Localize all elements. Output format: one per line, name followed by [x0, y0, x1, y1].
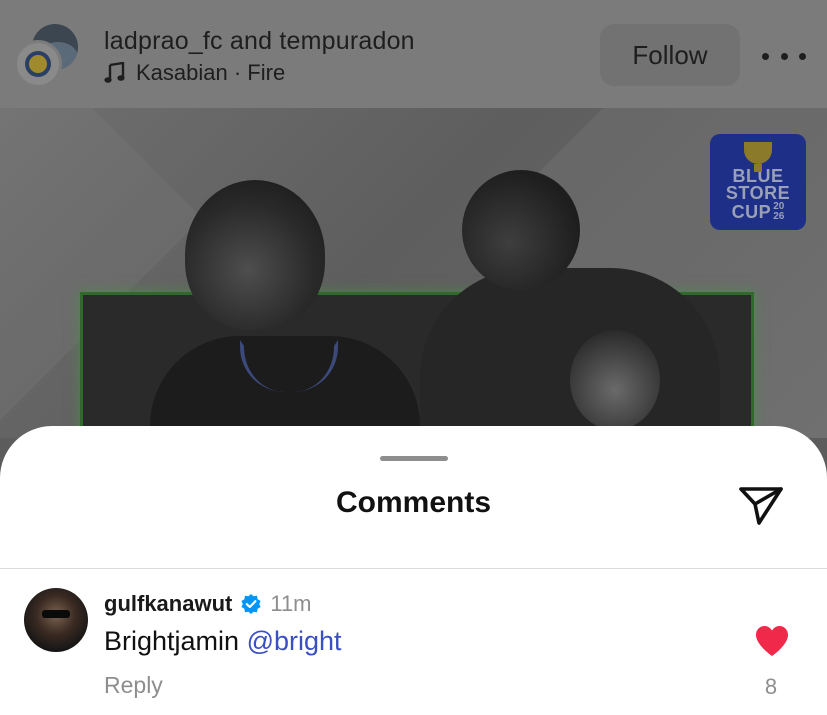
- blue-store-cup-logo: BLUE STORE CUP 20 26: [710, 134, 806, 230]
- follow-button[interactable]: Follow: [600, 24, 740, 86]
- collab-avatars[interactable]: [14, 22, 80, 88]
- reply-button[interactable]: Reply: [104, 672, 163, 699]
- comment-header: gulfkanawut 11m: [104, 591, 312, 617]
- player-figure: [420, 268, 720, 438]
- heart-filled-icon[interactable]: [754, 624, 790, 658]
- send-icon: [739, 487, 783, 525]
- post-music[interactable]: Kasabian · Fire: [104, 60, 285, 86]
- more-options-button[interactable]: [762, 38, 806, 74]
- music-note-icon: [104, 62, 125, 83]
- share-button[interactable]: [736, 482, 786, 528]
- comment-mention[interactable]: @bright: [247, 626, 342, 656]
- avatar-ladprao-fc[interactable]: [14, 40, 62, 88]
- like-count: 8: [764, 674, 778, 699]
- post-author-names[interactable]: ladprao_fc and tempuradon: [104, 27, 415, 56]
- player-figure: [570, 330, 660, 430]
- verified-badge-icon: [241, 594, 261, 614]
- club-crest-icon: [25, 51, 51, 77]
- comments-title: Comments: [335, 486, 492, 519]
- post-header: ladprao_fc and tempuradon Kasabian · Fir…: [0, 0, 827, 108]
- avatar[interactable]: [24, 588, 88, 652]
- more-horizontal-icon: [762, 52, 769, 60]
- comment-username[interactable]: gulfkanawut: [104, 591, 232, 617]
- player-figure: [185, 180, 325, 330]
- sheet-grabber[interactable]: [380, 456, 448, 461]
- comment-body: Brightjamin: [104, 626, 247, 656]
- comment-timestamp: 11m: [270, 591, 312, 616]
- music-label: Kasabian · Fire: [136, 60, 286, 85]
- trophy-icon: [744, 142, 772, 172]
- post-image[interactable]: BLUE STORE CUP 20 26: [0, 108, 827, 438]
- comments-sheet: Comments gulfkanawut 11m Brightjamin @br…: [0, 426, 827, 715]
- divider: [0, 568, 827, 569]
- comment-text: Brightjamin @bright: [104, 626, 342, 657]
- player-figure: [462, 170, 580, 290]
